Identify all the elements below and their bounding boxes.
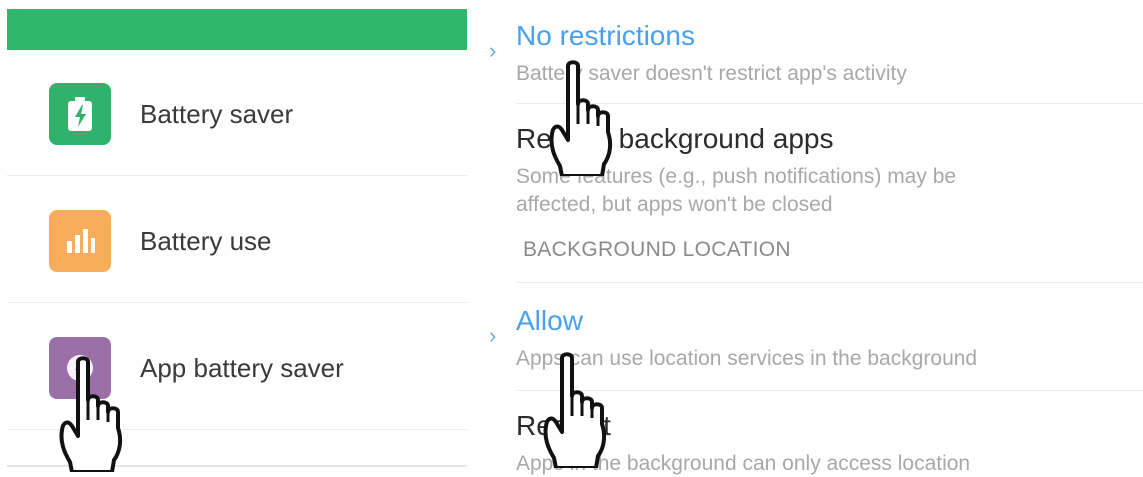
menu-item-battery-saver[interactable]: Battery saver	[7, 50, 467, 176]
divider	[516, 282, 1143, 283]
section-header-background-location: BACKGROUND LOCATION	[523, 238, 791, 261]
hand-pointer-icon	[543, 352, 607, 468]
hand-pointer-icon	[549, 60, 613, 176]
option-description: affected, but apps won't be closed	[516, 193, 833, 216]
menu-label: Battery saver	[140, 99, 294, 129]
menu-item-battery-use[interactable]: Battery use	[7, 177, 467, 303]
header-bar	[7, 9, 467, 50]
divider	[7, 302, 467, 303]
chevron-right-icon: ›	[489, 323, 497, 348]
divider	[7, 175, 467, 176]
option-title: Allow	[516, 305, 583, 336]
bar-chart-icon	[49, 210, 111, 272]
battery-bolt-icon	[49, 83, 111, 145]
option-title: No restrictions	[516, 20, 695, 51]
menu-label: App battery saver	[140, 353, 344, 383]
hand-pointer-icon	[59, 356, 123, 472]
menu-label: Battery use	[140, 226, 272, 256]
chevron-right-icon: ›	[489, 38, 497, 63]
